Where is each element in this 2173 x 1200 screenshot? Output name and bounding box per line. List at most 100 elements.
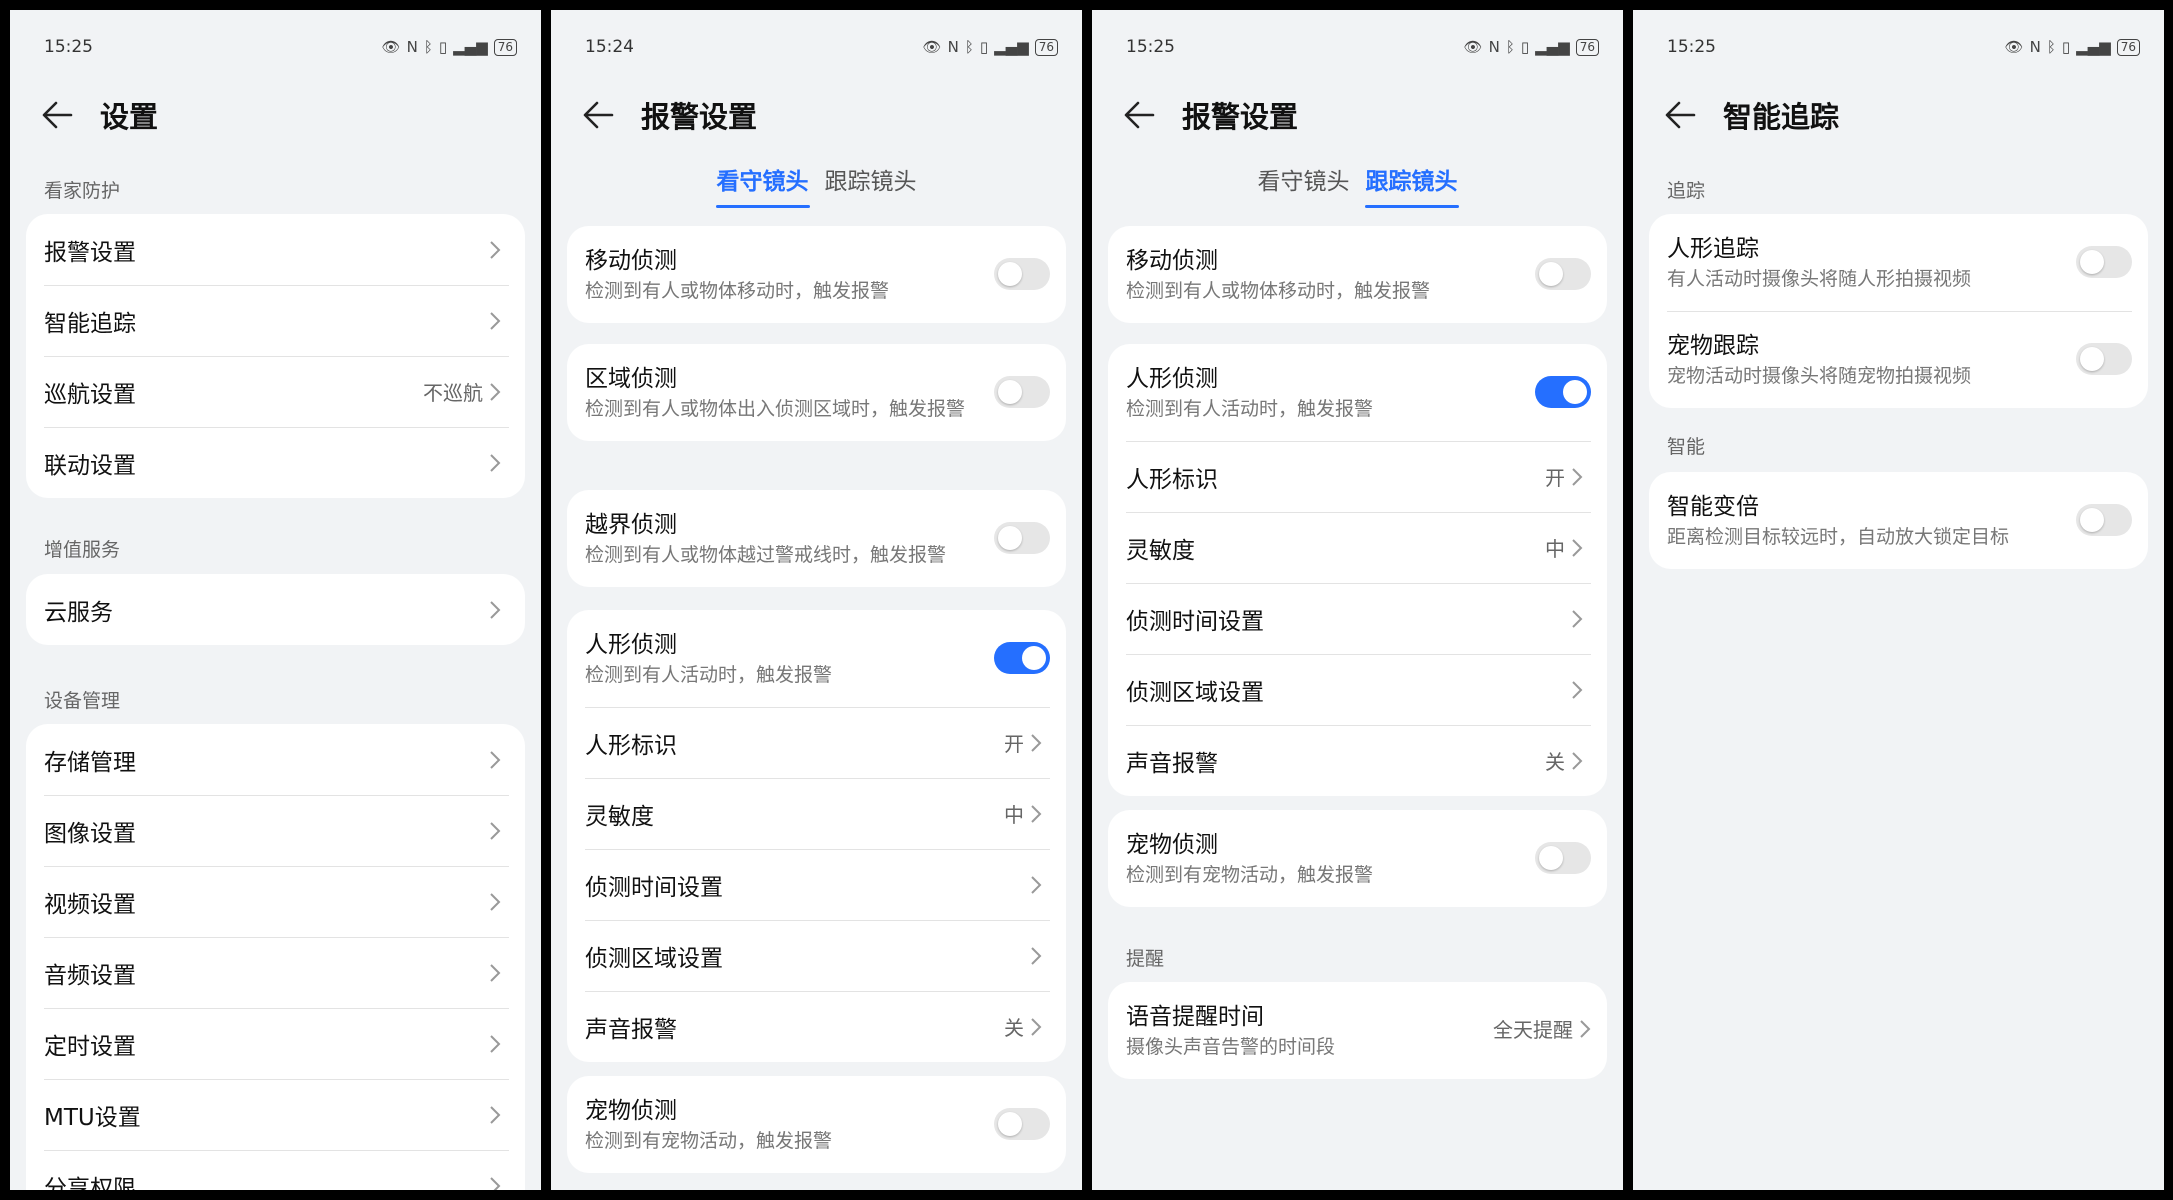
row-label: 人形标识 [1126, 466, 1218, 493]
chevron-right-icon [489, 892, 501, 912]
back-arrow-icon[interactable] [581, 98, 615, 132]
screen-settings: 15:25 👁 N ᛒ ▯ ▂▄▆ 76 设置 看家防护 报警设置 智能追踪 巡航设置 不… [10, 10, 541, 1190]
smart-zoom-toggle[interactable] [2076, 504, 2132, 536]
status-icons: 👁 N ᛒ ▯ ▂▄▆ 76 [923, 38, 1058, 56]
chevron-right-icon [489, 750, 501, 770]
tab-guard-lens[interactable]: 看守镜头 [1257, 162, 1351, 208]
row-value: 不巡航 [423, 381, 483, 405]
nfc-icon: N [947, 38, 959, 56]
settings-item-video[interactable]: 视频设置 [26, 866, 525, 937]
row-subtitle: 检测到有人活动时，触发报警 [1126, 398, 1374, 420]
section-label: 设备管理 [44, 690, 121, 712]
detection-time-row[interactable]: 侦测时间设置 [567, 849, 1066, 920]
human-tracking-toggle[interactable] [2076, 246, 2132, 278]
row-label: 侦测区域设置 [1126, 679, 1264, 706]
status-icons: 👁 N ᛒ ▯ ▂▄▆ 76 [1464, 38, 1599, 56]
row-title: 移动侦测 [1126, 248, 1218, 274]
settings-item-linkage[interactable]: 联动设置 [26, 427, 525, 498]
status-icons: 👁 N ᛒ ▯ ▂▄▆ 76 [382, 38, 517, 56]
row-value: 关 [1545, 750, 1565, 774]
row-label: 侦测时间设置 [1126, 608, 1264, 635]
settings-item-timer[interactable]: 定时设置 [26, 1008, 525, 1079]
back-arrow-icon[interactable] [1122, 98, 1156, 132]
human-detection-card: 人形侦测 检测到有人活动时，触发报警 人形标识 开 灵敏度 中 侦测时间设置 侦测区域… [1108, 344, 1607, 796]
row-title: 宠物跟踪 [1667, 333, 1759, 359]
vibrate-icon: ▯ [979, 38, 989, 56]
area-detection-row: 区域侦测 检测到有人或物体出入侦测区域时，触发报警 [567, 344, 1066, 441]
row-subtitle: 检测到有人或物体移动时，触发报警 [585, 280, 890, 302]
line-crossing-toggle[interactable] [994, 522, 1050, 554]
row-subtitle: 检测到有宠物活动，触发报警 [1126, 864, 1374, 886]
motion-detection-toggle[interactable] [994, 258, 1050, 290]
tab-tracking-lens[interactable]: 跟踪镜头 [1364, 162, 1459, 208]
detection-time-row[interactable]: 侦测时间设置 [1108, 583, 1607, 654]
battery-indicator: 76 [493, 38, 517, 56]
row-label: 灵敏度 [585, 803, 654, 830]
page-title: 报警设置 [641, 100, 758, 134]
line-crossing-row: 越界侦测 检测到有人或物体越过警戒线时，触发报警 [567, 490, 1066, 587]
settings-item-alarm[interactable]: 报警设置 [26, 214, 525, 285]
human-detection-card: 人形侦测 检测到有人活动时，触发报警 人形标识 开 灵敏度 中 侦测时间设置 侦测区域… [567, 610, 1066, 1062]
settings-item-storage[interactable]: 存储管理 [26, 724, 525, 795]
row-label: 定时设置 [44, 1033, 136, 1060]
settings-item-audio[interactable]: 音频设置 [26, 937, 525, 1008]
detection-area-row[interactable]: 侦测区域设置 [1108, 654, 1607, 725]
detection-area-row[interactable]: 侦测区域设置 [567, 920, 1066, 991]
back-arrow-icon[interactable] [40, 98, 74, 132]
row-label: 报警设置 [44, 239, 136, 266]
sensitivity-row[interactable]: 灵敏度 中 [1108, 512, 1607, 583]
area-detection-toggle[interactable] [994, 376, 1050, 408]
settings-item-share[interactable]: 分享权限 [26, 1150, 525, 1190]
settings-item-image[interactable]: 图像设置 [26, 795, 525, 866]
sound-alarm-row[interactable]: 声音报警 关 [1108, 725, 1607, 796]
sensitivity-row[interactable]: 灵敏度 中 [567, 778, 1066, 849]
signal-icon: ▂▄▆ [1535, 38, 1570, 56]
row-subtitle: 宠物活动时摄像头将随宠物拍摄视频 [1667, 365, 1972, 387]
title-bar: 报警设置 [581, 90, 757, 140]
chevron-right-icon [489, 1105, 501, 1125]
chevron-right-icon [1579, 1019, 1591, 1039]
status-bar: 15:24 👁 N ᛒ ▯ ▂▄▆ 76 [585, 32, 1058, 62]
tab-guard-lens[interactable]: 看守镜头 [715, 162, 810, 208]
settings-card: 报警设置 智能追踪 巡航设置 不巡航 联动设置 [26, 214, 525, 498]
back-arrow-icon[interactable] [1663, 98, 1697, 132]
settings-item-tracking[interactable]: 智能追踪 [26, 285, 525, 356]
human-marker-row[interactable]: 人形标识 开 [567, 707, 1066, 778]
row-title: 人形追踪 [1667, 236, 1759, 262]
signal-icon: ▂▄▆ [453, 38, 488, 56]
human-tracking-row: 人形追踪 有人活动时摄像头将随人形拍摄视频 [1649, 214, 2148, 311]
page-title: 设置 [100, 100, 159, 134]
row-value: 中 [1004, 803, 1024, 827]
lens-tabs: 看守镜头 跟踪镜头 [551, 162, 1082, 222]
nfc-icon: N [2029, 38, 2041, 56]
human-marker-row[interactable]: 人形标识 开 [1108, 441, 1607, 512]
nfc-icon: N [406, 38, 418, 56]
human-detection-toggle[interactable] [1535, 376, 1591, 408]
pet-tracking-toggle[interactable] [2076, 343, 2132, 375]
row-label: 视频设置 [44, 891, 136, 918]
motion-detection-row: 移动侦测 检测到有人或物体移动时，触发报警 [567, 226, 1066, 323]
voice-reminder-row[interactable]: 语音提醒时间 摄像头声音告警的时间段 全天提醒 [1108, 982, 1607, 1079]
motion-detection-toggle[interactable] [1535, 258, 1591, 290]
chevron-right-icon [1571, 609, 1583, 629]
row-label: 侦测时间设置 [585, 874, 723, 901]
settings-item-cruise[interactable]: 巡航设置 不巡航 [26, 356, 525, 427]
settings-item-mtu[interactable]: MTU设置 [26, 1079, 525, 1150]
motion-detection-card: 移动侦测 检测到有人或物体移动时，触发报警 [567, 226, 1066, 323]
section-label: 追踪 [1667, 180, 1706, 202]
eye-icon: 👁 [2004, 38, 2024, 56]
sound-alarm-row[interactable]: 声音报警 关 [567, 991, 1066, 1062]
row-label: 图像设置 [44, 820, 136, 847]
chevron-right-icon [489, 963, 501, 983]
row-title: 宠物侦测 [585, 1098, 677, 1124]
human-detection-toggle[interactable] [994, 642, 1050, 674]
tab-tracking-lens[interactable]: 跟踪镜头 [824, 162, 918, 208]
status-bar: 15:25 👁 N ᛒ ▯ ▂▄▆ 76 [1667, 32, 2140, 62]
pet-detection-toggle[interactable] [1535, 842, 1591, 874]
settings-item-cloud[interactable]: 云服务 [26, 574, 525, 645]
pet-detection-toggle[interactable] [994, 1108, 1050, 1140]
page-title: 报警设置 [1182, 100, 1299, 134]
row-value: 全天提醒 [1493, 1018, 1573, 1042]
row-value: 开 [1545, 466, 1565, 490]
signal-icon: ▂▄▆ [2076, 38, 2111, 56]
